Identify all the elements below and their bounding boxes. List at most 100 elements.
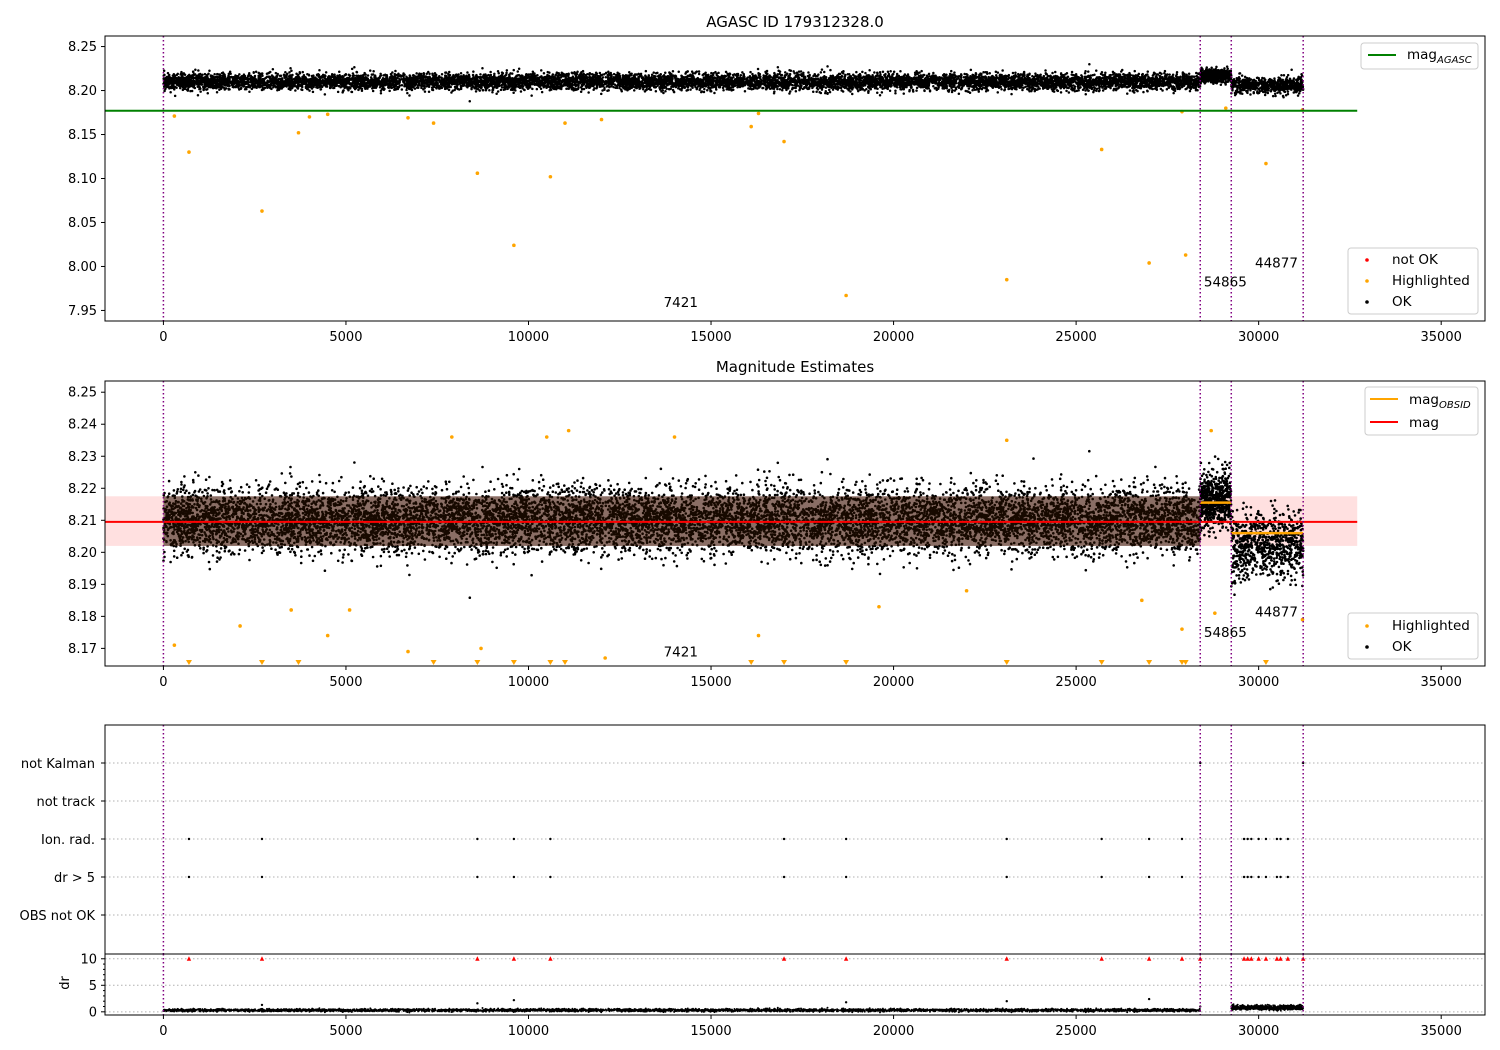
legend-marker-ok bbox=[1365, 645, 1369, 649]
flag-point bbox=[1246, 875, 1249, 879]
highlighted-point bbox=[1147, 261, 1151, 265]
y-tick-label: 8.19 bbox=[68, 578, 97, 593]
x-tick-label: 20000 bbox=[873, 1024, 914, 1039]
flag-point bbox=[512, 875, 516, 879]
x-tick-label: 30000 bbox=[1238, 330, 1279, 345]
highlighted-point bbox=[475, 171, 480, 176]
flag-point bbox=[1005, 875, 1008, 879]
flag-point bbox=[1279, 837, 1282, 841]
highlighted-point bbox=[406, 116, 410, 120]
obsid-annotation: 7421 bbox=[664, 295, 698, 311]
figure: AGASC ID 179312328.0 74215486544877 0 500… bbox=[0, 0, 1500, 1050]
y-tick-label: 8.22 bbox=[68, 482, 97, 497]
y-tick-label: 8.00 bbox=[68, 260, 97, 275]
y-tick-label: 8.25 bbox=[68, 40, 97, 55]
highlighted-point bbox=[672, 435, 677, 439]
x-tick-label: 25000 bbox=[1055, 675, 1096, 690]
legend-label-not-ok: not OK bbox=[1392, 252, 1439, 268]
flag-point bbox=[476, 875, 479, 879]
highlighted-point bbox=[1140, 598, 1144, 603]
x-tick-label: 10000 bbox=[508, 330, 549, 345]
legend-label-highlighted: Highlighted bbox=[1392, 273, 1470, 289]
y-tick-label: 8.23 bbox=[68, 450, 97, 465]
y-tick-label: 5 bbox=[89, 979, 97, 994]
y-tick-label: 8.17 bbox=[68, 642, 97, 657]
y-tick-label: 8.20 bbox=[68, 84, 97, 99]
highlighted-point bbox=[964, 588, 969, 593]
flag-row-label: dr > 5 bbox=[54, 871, 95, 886]
x-tick-label: 0 bbox=[159, 330, 167, 345]
highlighted-point bbox=[844, 293, 848, 298]
flag-point bbox=[844, 875, 848, 879]
panel-agasc-title: AGASC ID 179312328.0 bbox=[706, 13, 884, 31]
y-tick-label: 8.25 bbox=[68, 386, 97, 401]
highlighted-point bbox=[238, 624, 242, 628]
flag-point bbox=[260, 875, 264, 879]
x-tick-label: 15000 bbox=[690, 1024, 731, 1039]
obsid-annotation: 44877 bbox=[1255, 604, 1298, 620]
highlighted-point bbox=[603, 656, 607, 660]
panel-magnitude-legend-top: magOBSID mag bbox=[1364, 386, 1479, 436]
highlighted-point bbox=[756, 111, 761, 116]
flag-point bbox=[1275, 875, 1279, 879]
highlighted-point bbox=[1004, 277, 1009, 282]
flag-point bbox=[1286, 837, 1290, 841]
flag-point bbox=[476, 837, 479, 841]
flag-point bbox=[1286, 875, 1290, 879]
highlighted-point bbox=[450, 435, 454, 439]
panel-magnitude-legend-bottom: Highlighted OK bbox=[1347, 612, 1479, 660]
highlighted-point bbox=[756, 633, 761, 638]
y-tick-label: 8.21 bbox=[68, 514, 97, 529]
highlighted-point bbox=[431, 121, 436, 125]
x-tick-label: 30000 bbox=[1238, 675, 1279, 690]
x-tick-label: 25000 bbox=[1055, 330, 1096, 345]
x-tick-label: 0 bbox=[159, 675, 167, 690]
flag-point bbox=[1242, 875, 1246, 879]
highlighted-point bbox=[1209, 428, 1213, 433]
legend-marker-highlighted bbox=[1365, 279, 1369, 283]
panel-magnitude-title: Magnitude Estimates bbox=[716, 358, 874, 376]
flag-point bbox=[1147, 875, 1151, 879]
y-tick-label: 8.20 bbox=[68, 546, 97, 561]
highlighted-point bbox=[1213, 611, 1217, 615]
y-tick-label: 0 bbox=[89, 1005, 97, 1020]
x-tick-label: 35000 bbox=[1421, 675, 1462, 690]
highlighted-point bbox=[563, 121, 567, 125]
y-tick-label: 8.10 bbox=[68, 172, 97, 187]
highlighted-point bbox=[289, 608, 293, 612]
flag-point bbox=[1242, 837, 1246, 841]
flag-row-label: Ion. rad. bbox=[41, 833, 95, 848]
highlighted-point bbox=[877, 604, 881, 609]
flag-row-label: not track bbox=[36, 795, 95, 810]
highlighted-point bbox=[1099, 147, 1104, 152]
obsid-annotation: 7421 bbox=[664, 644, 698, 660]
x-tick-label: 5000 bbox=[329, 1024, 362, 1039]
flag-point bbox=[187, 875, 191, 879]
highlighted-point bbox=[1264, 161, 1268, 166]
obsid-annotation: 44877 bbox=[1255, 255, 1298, 271]
highlighted-point bbox=[782, 139, 786, 144]
x-tick-label: 35000 bbox=[1421, 330, 1462, 345]
flag-point bbox=[1257, 837, 1260, 841]
highlighted-point bbox=[406, 649, 410, 654]
y-tick-label: 8.24 bbox=[68, 418, 97, 433]
flag-point bbox=[187, 837, 191, 841]
highlighted-point bbox=[260, 209, 264, 213]
highlighted-point bbox=[296, 130, 301, 135]
highlighted-point bbox=[347, 608, 352, 612]
legend-label-highlighted: Highlighted bbox=[1392, 618, 1470, 634]
x-tick-label: 15000 bbox=[690, 330, 731, 345]
highlighted-point bbox=[749, 124, 753, 129]
y-tick-label: 10 bbox=[80, 952, 97, 967]
legend-marker-ok bbox=[1365, 300, 1369, 304]
y-tick-label: 8.15 bbox=[68, 128, 97, 143]
legend-label-ok: OK bbox=[1392, 639, 1413, 655]
x-tick-label: 0 bbox=[159, 1024, 167, 1039]
highlighted-point bbox=[325, 112, 330, 117]
flag-point bbox=[844, 837, 848, 841]
flag-point bbox=[1180, 837, 1184, 841]
flag-point bbox=[1257, 875, 1260, 879]
flag-point bbox=[512, 837, 516, 841]
y-tick-label: 7.95 bbox=[68, 304, 97, 319]
highlighted-point bbox=[1004, 438, 1009, 443]
